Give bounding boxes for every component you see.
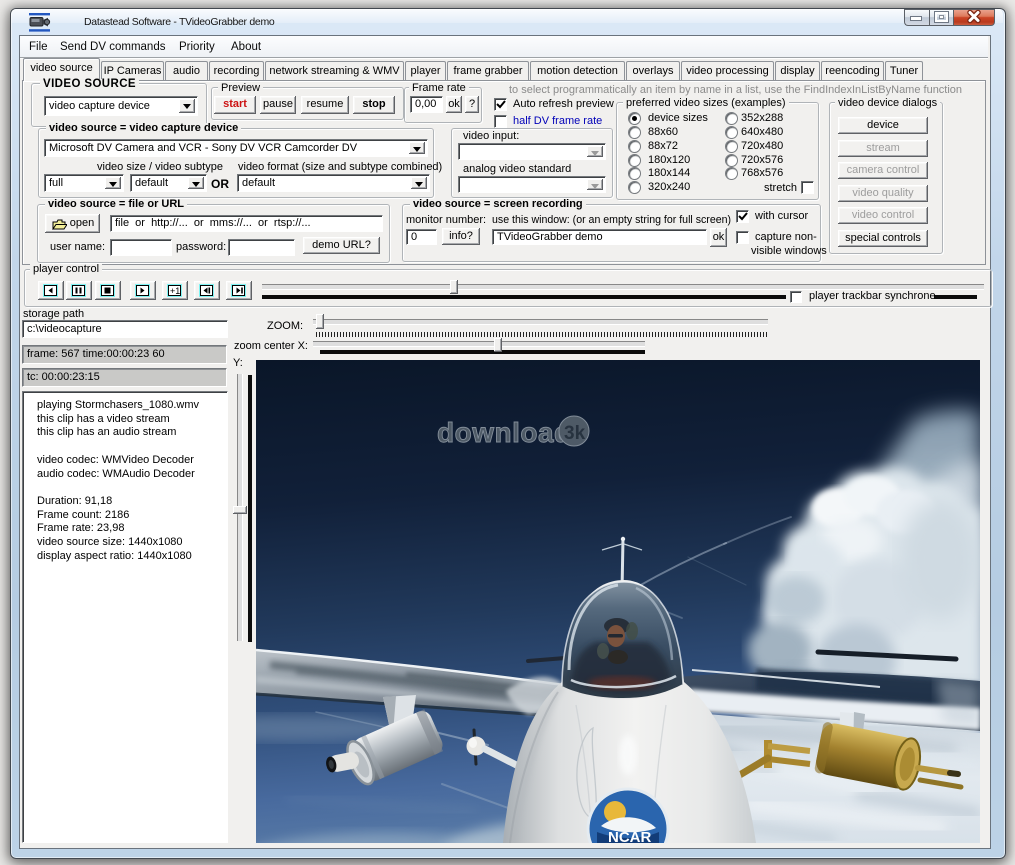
svg-text:NCAR: NCAR: [608, 829, 651, 843]
svg-text:3k: 3k: [564, 423, 586, 444]
svg-text:download: download: [437, 417, 572, 448]
svg-text:+1: +1: [170, 286, 180, 296]
